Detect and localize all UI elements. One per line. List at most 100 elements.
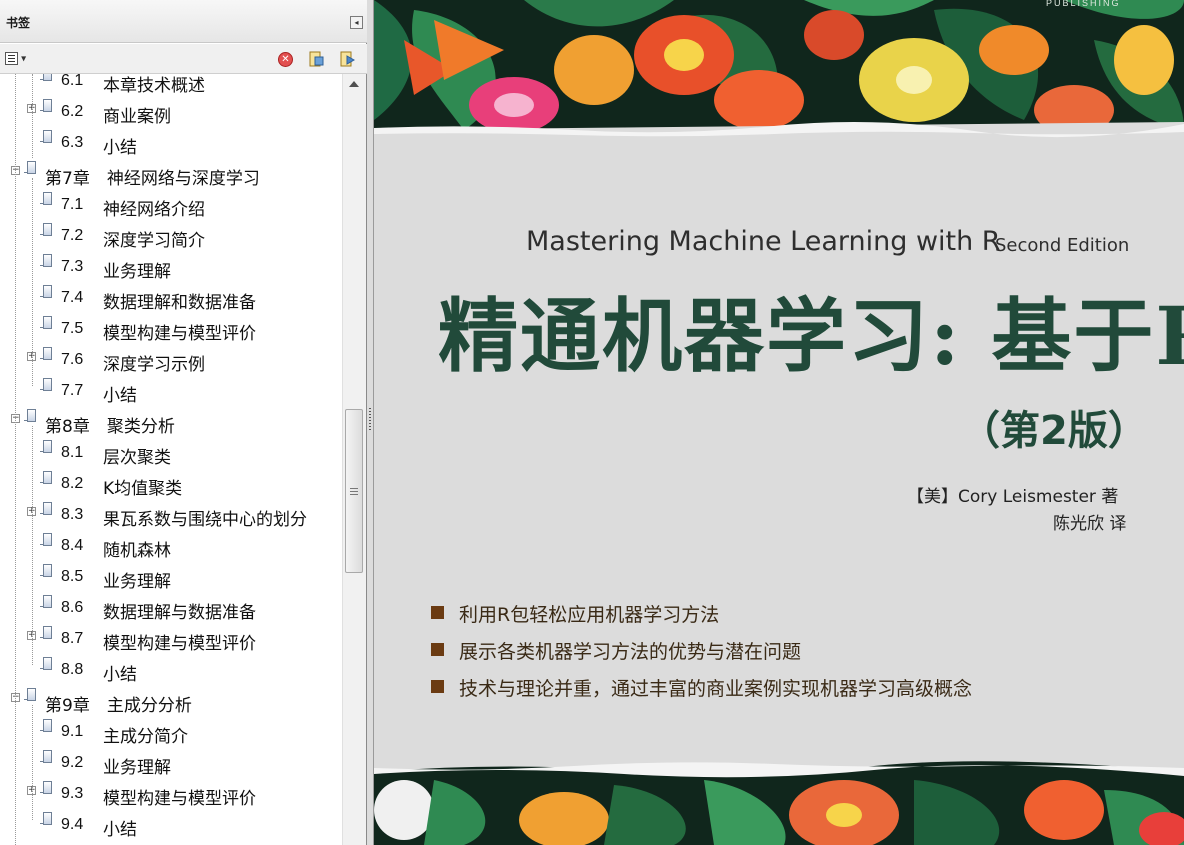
bookmark-number: 8.6 (61, 599, 84, 616)
jungle-top-artwork (374, 0, 1184, 145)
bookmark-number: 7.7 (61, 382, 84, 399)
bookmark-number: 7.6 (61, 351, 84, 368)
collapse-panel-button[interactable]: ◂ (350, 16, 363, 29)
bookmark-label: 小结 (103, 138, 137, 158)
bookmark-number: 9.4 (61, 816, 84, 833)
english-title: Mastering Machine Learning with R (526, 226, 1001, 257)
bookmark-section[interactable]: 8.8 小结 (0, 653, 342, 685)
feature-text: 技术与理论并重，通过丰富的商业案例实现机器学习高级概念 (459, 678, 973, 700)
bookmark-section[interactable]: +9.3 模型构建与模型评价 (0, 777, 342, 809)
vertical-scrollbar[interactable] (342, 74, 366, 845)
bookmark-icon (40, 316, 52, 329)
bookmark-label: 层次聚类 (103, 448, 171, 468)
bookmark-section[interactable]: 7.3 业务理解 (0, 250, 342, 282)
bookmark-number: 8.5 (61, 568, 84, 585)
delete-bookmark-button[interactable]: ✕ (278, 52, 293, 67)
options-icon (5, 52, 18, 65)
bookmark-label: 第8章 聚类分析 (45, 417, 175, 437)
bookmark-icon (40, 750, 52, 763)
bookmark-section[interactable]: 8.5 业务理解 (0, 560, 342, 592)
bookmark-section[interactable]: 9.4 小结 (0, 808, 342, 840)
bookmark-tree: 6.1 本章技术概述 +6.2 商业案例 6.3 小结 − 第7章 神经网络与深度学习 7.1 神… (0, 74, 342, 845)
document-page: PUBLISHING Mastering Machine Learning wi… (374, 0, 1184, 845)
bookmark-label: 小结 (103, 665, 137, 685)
bullet-icon (431, 680, 444, 693)
bookmark-number: 6.2 (61, 103, 84, 120)
bookmark-label: 小结 (103, 386, 137, 406)
bookmark-section[interactable]: 6.3 小结 (0, 126, 342, 158)
scroll-thumb[interactable] (345, 409, 363, 573)
bookmark-label: 随机森林 (103, 541, 171, 561)
bookmark-icon (40, 285, 52, 298)
bookmark-section[interactable]: +8.7 模型构建与模型评价 (0, 622, 342, 654)
bookmark-section[interactable]: +7.6 深度学习示例 (0, 343, 342, 375)
bookmark-section[interactable]: 8.2 K均值聚类 (0, 467, 342, 499)
bookmark-icon (40, 254, 52, 267)
bookmark-icon (40, 223, 52, 236)
expand-bookmark-icon[interactable] (339, 51, 355, 67)
splitter-grip-icon (369, 408, 371, 430)
chinese-title: 精通机器学习: 基于R (438, 289, 1184, 383)
bookmark-section[interactable]: 7.1 神经网络介绍 (0, 188, 342, 220)
bookmark-number: 7.5 (61, 320, 84, 337)
bullet-icon (431, 606, 444, 619)
bookmark-number: 8.8 (61, 661, 84, 678)
panel-splitter[interactable] (367, 0, 374, 845)
bookmark-number: 9.3 (61, 785, 84, 802)
bookmark-section[interactable]: 9.1 主成分简介 (0, 715, 342, 747)
bookmark-section[interactable]: 6.1 本章技术概述 (0, 74, 342, 96)
bookmark-label: 模型构建与模型评价 (103, 789, 256, 809)
bookmark-icon (24, 409, 36, 422)
panel-header: 书签 ◂ (0, 0, 367, 43)
panel-title: 书签 (6, 16, 31, 30)
bookmark-label: 本章技术概述 (103, 76, 205, 96)
bookmark-chapter[interactable]: − 第7章 神经网络与深度学习 (0, 157, 342, 189)
bookmark-icon (40, 192, 52, 205)
bookmark-icon (40, 781, 52, 794)
bookmark-number: 7.3 (61, 258, 84, 275)
bookmark-section[interactable]: 8.6 数据理解与数据准备 (0, 591, 342, 623)
bookmark-section[interactable]: 8.4 随机森林 (0, 529, 342, 561)
bookmark-number: 9.1 (61, 723, 84, 740)
scroll-up-arrow[interactable] (349, 81, 359, 87)
bookmark-label: 深度学习示例 (103, 355, 205, 375)
feature-text: 展示各类机器学习方法的优势与潜在问题 (459, 641, 802, 663)
bookmark-number: 8.2 (61, 475, 84, 492)
bookmark-section[interactable]: 8.1 层次聚类 (0, 436, 342, 468)
bookmark-section[interactable]: 7.4 数据理解和数据准备 (0, 281, 342, 313)
bookmark-label: 业务理解 (103, 758, 171, 778)
feature-text: 利用R包轻松应用机器学习方法 (459, 604, 720, 626)
bookmark-label: 数据理解和数据准备 (103, 293, 256, 313)
bookmark-icon (24, 688, 36, 701)
bookmark-chapter[interactable]: − 第9章 主成分分析 (0, 684, 342, 716)
bookmark-section[interactable]: +6.2 商业案例 (0, 95, 342, 127)
bookmark-number: 7.2 (61, 227, 84, 244)
tree-guide-line (15, 74, 16, 845)
bookmark-section[interactable]: 7.2 深度学习简介 (0, 219, 342, 251)
new-bookmark-icon[interactable] (308, 51, 324, 67)
bookmarks-toolbar: ▾ ✕ (0, 44, 367, 74)
bookmark-section[interactable]: 9.2 业务理解 (0, 746, 342, 778)
bookmark-icon (40, 440, 52, 453)
bookmark-label: 果瓦系数与围绕中心的划分 (103, 510, 307, 530)
bookmark-label: 第7章 神经网络与深度学习 (45, 169, 260, 189)
translator-line: 陈光欣 译 (1053, 514, 1127, 534)
bookmark-label: 神经网络介绍 (103, 200, 205, 220)
options-menu-button[interactable]: ▾ (5, 52, 31, 68)
bookmark-label: K均值聚类 (103, 479, 183, 499)
bookmark-number: 8.4 (61, 537, 84, 554)
bookmark-label: 模型构建与模型评价 (103, 324, 256, 344)
bookmark-icon (40, 719, 52, 732)
bookmark-label: 业务理解 (103, 572, 171, 592)
bookmark-number: 6.3 (61, 134, 84, 151)
bookmark-section[interactable]: 7.7 小结 (0, 374, 342, 406)
bookmark-icon (40, 533, 52, 546)
bookmark-chapter[interactable]: − 第8章 聚类分析 (0, 405, 342, 437)
bookmark-label: 第9章 主成分分析 (45, 696, 192, 716)
bookmark-icon (40, 347, 52, 360)
edition-label: Second Edition (995, 235, 1130, 256)
bookmark-section[interactable]: 7.5 模型构建与模型评价 (0, 312, 342, 344)
bookmark-section[interactable]: +8.3 果瓦系数与围绕中心的划分 (0, 498, 342, 530)
bookmark-icon (40, 595, 52, 608)
bookmark-number: 8.1 (61, 444, 84, 461)
